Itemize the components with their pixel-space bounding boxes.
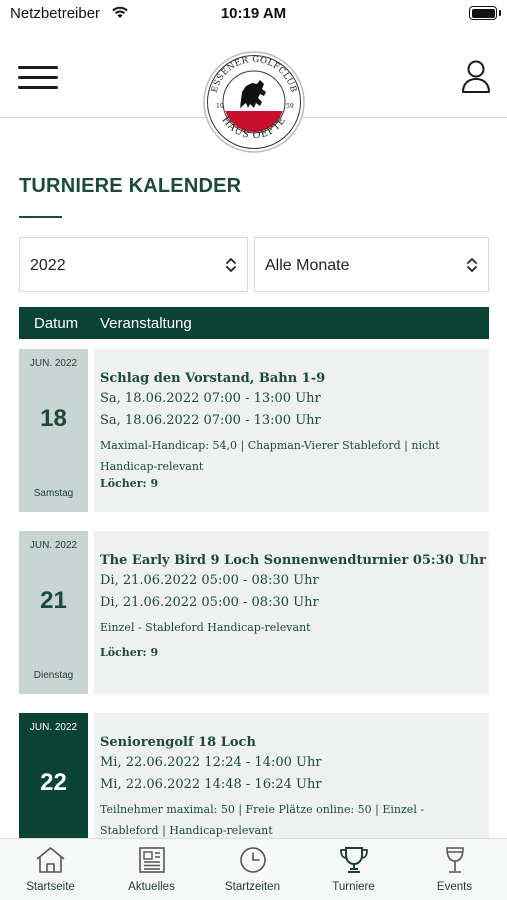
event-holes: Löcher: 9 <box>100 646 159 659</box>
chevron-up-down-icon <box>467 258 477 272</box>
event-date-box: JUN. 2022 18 Samstag <box>19 349 88 512</box>
tab-label: Startseite <box>26 881 75 893</box>
tab-turniere[interactable]: Turniere <box>303 839 404 900</box>
month-select[interactable]: Alle Monate <box>254 237 489 292</box>
app-header: ESSENER GOLFCLUB HAUS OEFTE 19 59 <box>0 30 507 153</box>
club-logo[interactable]: ESSENER GOLFCLUB HAUS OEFTE 19 59 <box>202 48 306 156</box>
tab-events[interactable]: Events <box>404 839 505 900</box>
battery-icon <box>469 6 501 20</box>
column-header-date: Datum <box>34 315 79 332</box>
event-card[interactable]: JUN. 2022 18 Samstag Schlag den Vorstand… <box>19 349 489 512</box>
tab-aktuelles[interactable]: Aktuelles <box>101 839 202 900</box>
event-info: Teilnehmer maximal: 50 | Freie Plätze on… <box>100 803 425 837</box>
event-card[interactable]: JUN. 2022 21 Dienstag The Early Bird 9 L… <box>19 531 489 694</box>
event-month: JUN. 2022 <box>29 358 78 369</box>
event-time: Sa, 18.06.2022 07:00 - 13:00 Uhr <box>100 391 321 406</box>
clock-time: 10:19 AM <box>220 5 287 22</box>
event-info: Maximal-Handicap: 54,0 | Chapman-Vierer … <box>100 439 440 473</box>
user-profile-icon[interactable] <box>461 60 491 94</box>
tab-label: Aktuelles <box>128 881 175 893</box>
tab-label: Turniere <box>332 881 375 893</box>
event-month: JUN. 2022 <box>29 540 78 551</box>
page-title: TURNIERE KALENDER <box>19 175 242 197</box>
chevron-up-down-icon <box>226 258 236 272</box>
menu-button[interactable] <box>18 66 58 90</box>
tab-label: Events <box>436 881 473 893</box>
table-header: Datum Veranstaltung <box>19 307 489 339</box>
event-name: Seniorengolf 18 Loch <box>100 735 256 750</box>
clock-icon <box>240 847 266 873</box>
tab-startzeiten[interactable]: Startzeiten <box>202 839 303 900</box>
menu-line <box>18 76 58 79</box>
year-select-value: 2022 <box>30 257 66 274</box>
title-underline <box>19 216 62 218</box>
menu-line <box>18 86 58 89</box>
event-time: Di, 21.06.2022 05:00 - 08:30 Uhr <box>100 573 319 588</box>
event-time: Sa, 18.06.2022 07:00 - 13:00 Uhr <box>100 413 321 428</box>
tab-bar: Startseite Aktuelles Startzeiten Turnier… <box>0 838 507 900</box>
home-icon <box>36 847 65 873</box>
event-day: 21 <box>40 587 67 614</box>
event-time: Di, 21.06.2022 05:00 - 08:30 Uhr <box>100 595 319 610</box>
wine-glass-icon <box>446 847 464 873</box>
menu-line <box>18 66 58 69</box>
event-holes: Löcher: 9 <box>100 477 159 490</box>
event-day: 18 <box>40 405 67 432</box>
column-header-event: Veranstaltung <box>100 315 192 332</box>
logo-year-right: 59 <box>286 103 294 110</box>
event-weekday: Samstag <box>33 488 74 499</box>
event-date-box: JUN. 2022 21 Dienstag <box>19 531 88 694</box>
event-month: JUN. 2022 <box>29 722 78 733</box>
event-time: Mi, 22.06.2022 12:24 - 14:00 Uhr <box>100 755 322 770</box>
trophy-icon <box>340 847 368 873</box>
event-info: Einzel - Stableford Handicap-relevant <box>100 621 311 634</box>
event-weekday: Dienstag <box>33 670 74 681</box>
event-time: Mi, 22.06.2022 14:48 - 16:24 Uhr <box>100 777 322 792</box>
event-name: The Early Bird 9 Loch Sonnenwendturnier … <box>100 553 486 568</box>
event-day: 22 <box>40 769 67 796</box>
status-bar: Netzbetreiber 10:19 AM <box>0 0 507 30</box>
year-select[interactable]: 2022 <box>19 237 248 292</box>
logo-year-left: 19 <box>216 103 224 110</box>
tab-startseite[interactable]: Startseite <box>0 839 101 900</box>
month-select-value: Alle Monate <box>265 257 350 274</box>
event-name: Schlag den Vorstand, Bahn 1-9 <box>100 371 326 386</box>
tab-label: Startzeiten <box>225 881 280 893</box>
newspaper-icon <box>139 847 165 873</box>
